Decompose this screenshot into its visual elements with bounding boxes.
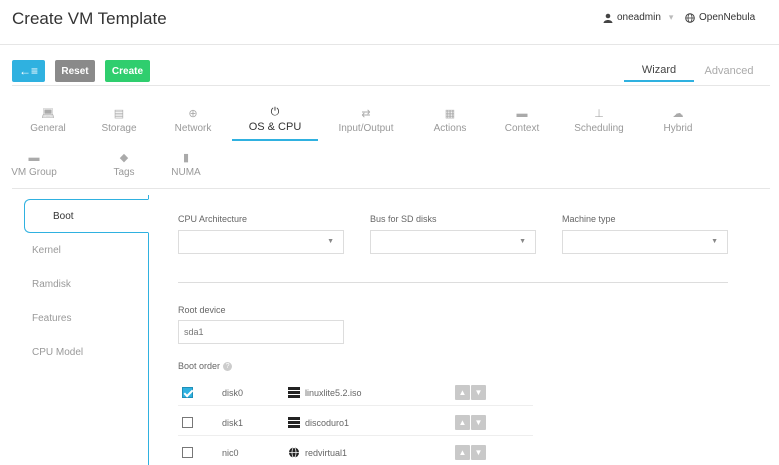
chip-icon: ▮ [182, 152, 190, 164]
cpu-architecture-select[interactable]: ▼ [178, 230, 344, 254]
subtab-boot[interactable]: Boot [24, 199, 149, 233]
subtab-ramdisk[interactable]: Ramdisk [32, 279, 71, 290]
sitemap-icon: ⊥ [594, 108, 604, 120]
tab-general[interactable]: 💻︎ General [18, 107, 78, 134]
tab-actions[interactable]: ▦ Actions [420, 107, 480, 134]
user-icon [603, 13, 613, 23]
machine-type-select[interactable]: ▼ [562, 230, 728, 254]
tab-hybrid[interactable]: ☁ Hybrid [648, 107, 708, 134]
folder-icon: ▬ [28, 152, 40, 164]
globe-icon [685, 12, 695, 23]
reorder-controls: ▲ ▼ [455, 415, 486, 430]
reorder-controls: ▲ ▼ [455, 385, 486, 400]
arrow-down-icon[interactable]: ▼ [471, 385, 486, 400]
subtabs-divider [148, 195, 149, 465]
tab-vm-group[interactable]: ▬ VM Group [4, 151, 64, 178]
bus-sd-disks-select[interactable]: ▼ [370, 230, 536, 254]
form-divider [178, 282, 728, 283]
reset-button[interactable]: Reset [55, 60, 95, 82]
disk-image-icon [288, 417, 300, 428]
globe-icon [288, 447, 300, 458]
tab-label: NUMA [171, 167, 201, 178]
tab-numa[interactable]: ▮ NUMA [156, 151, 216, 178]
tab-scheduling[interactable]: ⊥ Scheduling [569, 107, 629, 134]
chevron-down-icon: ▾ [668, 12, 674, 22]
reorder-controls: ▲ ▼ [455, 445, 486, 460]
laptop-icon: 💻︎ [41, 108, 55, 120]
tab-label: Network [174, 123, 212, 134]
subtab-kernel[interactable]: Kernel [32, 245, 61, 256]
tab-input-output[interactable]: ⇄ Input/Output [336, 107, 396, 134]
arrow-up-icon[interactable]: ▲ [455, 385, 470, 400]
tab-context[interactable]: ▬ Context [492, 107, 552, 134]
tab-label: Context [504, 123, 540, 134]
power-icon: ⏻ [270, 106, 280, 118]
storage-icon: ▤ [113, 108, 125, 120]
boot-order-row: disk0 linuxlite5.2.iso ▲ ▼ [178, 382, 533, 406]
tab-os-cpu[interactable]: ⏻ OS & CPU [245, 105, 305, 133]
tab-tags[interactable]: ◆ Tags [94, 151, 154, 178]
zone-menu[interactable]: OpenNebula [685, 12, 755, 23]
disk-image-icon [288, 387, 300, 398]
tab-label: General [30, 123, 66, 134]
tab-label: VM Group [11, 167, 57, 178]
resource-name: redvirtual1 [305, 448, 348, 458]
tab-label: Tags [113, 167, 135, 178]
boot-checkbox[interactable] [182, 417, 193, 428]
help-icon[interactable]: ? [223, 362, 233, 372]
tab-wizard[interactable]: Wizard [624, 60, 694, 82]
subtab-features[interactable]: Features [32, 313, 71, 324]
tab-label: Scheduling [574, 123, 624, 134]
header-divider [0, 44, 779, 45]
boot-checkbox[interactable] [182, 447, 193, 458]
arrow-down-icon[interactable]: ▼ [471, 445, 486, 460]
root-device-input[interactable] [178, 320, 344, 344]
resource-name: discoduro1 [305, 418, 350, 428]
chevron-down-icon: ▼ [519, 238, 526, 245]
tab-network[interactable]: ⊕ Network [163, 107, 223, 134]
tab-label: Input/Output [338, 123, 394, 134]
exchange-icon: ⇄ [361, 108, 371, 120]
tab-label: OS & CPU [248, 121, 302, 133]
tab-advanced[interactable]: Advanced [694, 60, 764, 82]
boot-order-row: nic0 redvirtual1 ▲ ▼ [178, 442, 533, 465]
boot-order-row: disk1 discoduro1 ▲ ▼ [178, 412, 533, 436]
create-button[interactable]: Create [105, 60, 150, 82]
user-menu[interactable]: oneadmin ▾ [603, 12, 673, 23]
zone-name: OpenNebula [699, 12, 756, 23]
subtab-cpu-model[interactable]: CPU Model [32, 347, 83, 358]
chevron-down-icon: ▼ [711, 238, 718, 245]
arrow-down-icon[interactable]: ▼ [471, 415, 486, 430]
toolbar-divider [12, 85, 770, 86]
cpu-architecture-label: CPU Architecture [178, 214, 248, 224]
device-name: disk0 [222, 388, 244, 398]
root-device-label: Root device [178, 305, 226, 315]
boot-order-label: Boot order? [178, 361, 233, 372]
globe-icon: ⊕ [188, 108, 198, 120]
chevron-down-icon: ▼ [327, 238, 334, 245]
arrow-up-icon[interactable]: ▲ [455, 445, 470, 460]
folder-icon: ▬ [516, 108, 528, 120]
device-name: disk1 [222, 418, 244, 428]
tag-icon: ◆ [119, 152, 129, 164]
resource-name: linuxlite5.2.iso [305, 388, 362, 398]
bus-sd-disks-label: Bus for SD disks [370, 214, 437, 224]
tab-label: Hybrid [663, 123, 693, 134]
boot-order-text: Boot order [178, 361, 221, 371]
calendar-icon: ▦ [444, 108, 456, 120]
tab-label: Actions [433, 123, 467, 134]
tab-storage[interactable]: ▤ Storage [89, 107, 149, 134]
tabs-divider [12, 188, 770, 189]
username: oneadmin [617, 12, 661, 23]
device-name: nic0 [222, 448, 239, 458]
page-title: Create VM Template [12, 9, 167, 28]
boot-checkbox[interactable] [182, 387, 193, 398]
machine-type-label: Machine type [562, 214, 616, 224]
cloud-icon: ☁ [672, 108, 684, 120]
active-tab-indicator [232, 139, 318, 141]
mode-tabs: Wizard Advanced [624, 60, 764, 82]
arrow-up-icon[interactable]: ▲ [455, 415, 470, 430]
back-button[interactable]: ←≡ [12, 60, 45, 82]
tab-label: Storage [101, 123, 137, 134]
